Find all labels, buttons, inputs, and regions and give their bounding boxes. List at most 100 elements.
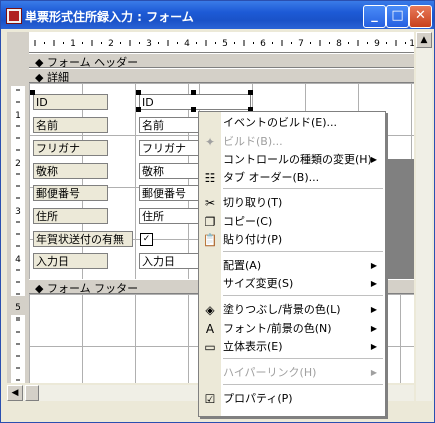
paste-icon: 📋	[202, 233, 218, 247]
form-selector[interactable]	[7, 32, 30, 53]
context-menu-icon-column	[199, 112, 221, 416]
ruler-tick-label: 9	[374, 39, 380, 49]
properties-icon: ☑	[204, 392, 216, 406]
ruler-tick-label: 4	[184, 39, 190, 49]
context-menu-item: ✦ ビルド(B)...	[205, 133, 385, 151]
horizontal-ruler-ticks: 1 2 3 4 5 6 7 8 9 10	[34, 39, 421, 49]
selection-handle[interactable]	[136, 90, 141, 95]
field-label[interactable]: 年賀状送付の有無	[33, 231, 133, 247]
field-textbox[interactable]: 住所	[139, 208, 201, 224]
context-menu-item-label: コピー(C)	[223, 215, 273, 228]
copy-icon: ❐	[204, 215, 216, 229]
checkbox-control[interactable]: ✓	[140, 233, 153, 246]
field-textbox[interactable]: フリガナ	[139, 140, 201, 156]
context-menu-item-label: 立体表示(E)	[223, 340, 283, 353]
context-menu-item-label: フォント/前景の色(N)	[223, 322, 332, 335]
section-bar-header[interactable]: ◆ フォーム ヘッダー	[29, 53, 414, 69]
vertical-scrollbar[interactable]: ▲	[416, 32, 432, 401]
submenu-arrow-icon: ▶	[370, 368, 377, 377]
tab-order-icon: ☷	[204, 171, 216, 185]
font-color-icon: A	[205, 322, 215, 336]
ruler-tick-label: 6	[260, 39, 266, 49]
scroll-left-icon[interactable]: ◀	[7, 385, 23, 401]
menu-separator	[223, 295, 383, 296]
context-menu-item-label: 切り取り(T)	[223, 196, 283, 209]
context-menu-item[interactable]: 配置(A) ▶	[221, 257, 385, 275]
ruler-tick-label: 3	[146, 39, 152, 49]
context-menu-item-label: イベントのビルド(E)...	[223, 116, 338, 129]
app-form-icon[interactable]	[6, 8, 22, 24]
selection-handle[interactable]	[191, 107, 196, 112]
context-menu-item[interactable]: コントロールの種類の変更(H) ▶	[221, 151, 385, 169]
ruler-tick-label: 4	[15, 255, 21, 265]
scroll-up-icon[interactable]: ▲	[416, 32, 432, 48]
maximize-button[interactable]: □	[386, 5, 409, 28]
horizontal-scroll-thumb[interactable]	[25, 385, 39, 401]
ruler-tick-label: 7	[298, 39, 304, 49]
context-menu-item-label: タブ オーダー(B)...	[223, 171, 320, 184]
ruler-tick-label: 1	[15, 111, 21, 121]
menu-separator	[223, 358, 383, 359]
field-textbox[interactable]: 敬称	[139, 163, 201, 179]
selection-handle[interactable]	[248, 90, 253, 95]
fill-color-icon: ◈	[205, 303, 215, 317]
ruler-tick-label: 5	[15, 303, 21, 313]
field-label[interactable]: フリガナ	[33, 140, 108, 156]
close-icon: ✕	[415, 8, 426, 23]
ruler-tick-label: 10	[409, 39, 414, 49]
ruler-tick-label: 1	[70, 39, 76, 49]
field-label[interactable]: 郵便番号	[33, 185, 108, 201]
menu-separator	[223, 384, 383, 385]
horizontal-ruler[interactable]: 1 2 3 4 5 6 7 8 9 10	[29, 32, 421, 53]
title-bar[interactable]: 単票形式住所録入力 : フォーム _ □ ✕	[1, 1, 434, 29]
context-menu-item-label: ビルド(B)...	[223, 135, 283, 148]
field-label[interactable]: 名前	[33, 117, 108, 133]
field-label[interactable]: 入力日	[33, 253, 108, 269]
context-menu: イベントのビルド(E)... ✦ ビルド(B)... コントロールの種類の変更(H) ▶…	[198, 111, 386, 417]
vertical-ruler-ticks: 1 2 3 4 5	[15, 89, 21, 381]
scissors-icon: ✂	[204, 196, 216, 210]
effect-icon: ▭	[204, 340, 216, 354]
submenu-arrow-icon: ▶	[370, 261, 377, 270]
field-label[interactable]: ID	[33, 94, 108, 110]
minimize-button[interactable]: _	[363, 5, 386, 28]
context-menu-item-label: ハイパーリンク(H)	[223, 366, 317, 379]
ruler-tick-label: 2	[108, 39, 114, 49]
context-menu-item-label: 貼り付け(P)	[223, 233, 283, 246]
context-menu-item[interactable]: イベントのビルド(E)...	[221, 114, 385, 132]
field-label[interactable]: 敬称	[33, 163, 108, 179]
context-menu-item-label: プロパティ(P)	[223, 392, 293, 405]
context-menu-item: ハイパーリンク(H) ▶	[221, 364, 385, 382]
menu-separator	[223, 251, 383, 252]
context-menu-item[interactable]: ✂ 切り取り(T)	[205, 194, 385, 212]
submenu-arrow-icon: ▶	[370, 155, 377, 164]
context-menu-item[interactable]: ▭ 立体表示(E) ▶	[204, 338, 385, 356]
submenu-arrow-icon: ▶	[370, 305, 377, 314]
ruler-tick-label: 3	[15, 207, 21, 217]
maximize-icon: □	[391, 8, 404, 23]
context-menu-item[interactable]: ◈ 塗りつぶし/背景の色(L) ▶	[205, 301, 385, 319]
selection-handle[interactable]	[136, 107, 141, 112]
build-icon: ✦	[204, 135, 216, 149]
context-menu-item[interactable]: A フォント/前景の色(N) ▶	[206, 320, 385, 338]
submenu-arrow-icon: ▶	[370, 324, 377, 333]
selection-handle[interactable]	[30, 90, 35, 95]
close-button[interactable]: ✕	[409, 5, 432, 28]
context-menu-item-label: 塗りつぶし/背景の色(L)	[223, 303, 341, 316]
detail-grid[interactable]	[29, 83, 199, 279]
field-label[interactable]: 住所	[33, 208, 108, 224]
field-textbox[interactable]: 郵便番号	[139, 185, 201, 201]
section-bar-detail[interactable]: ◆ 詳細	[29, 68, 414, 84]
context-menu-item[interactable]: ❐ コピー(C)	[205, 213, 385, 231]
context-menu-item[interactable]: ☷ タブ オーダー(B)...	[205, 169, 385, 187]
field-textbox[interactable]: 名前	[139, 117, 201, 133]
context-menu-item-label: サイズ変更(S)	[223, 277, 294, 290]
context-menu-item[interactable]: 📋 貼り付け(P)	[203, 231, 385, 249]
ruler-tick-label: 5	[222, 39, 228, 49]
selection-handle[interactable]	[191, 90, 196, 95]
context-menu-item[interactable]: ☑ プロパティ(P)	[205, 390, 385, 408]
context-menu-item[interactable]: サイズ変更(S) ▶	[221, 275, 385, 293]
vertical-ruler[interactable]: 1 2 3 4 5	[7, 52, 29, 383]
field-textbox[interactable]: 入力日	[139, 253, 201, 269]
ruler-tick-label: 2	[15, 159, 21, 169]
